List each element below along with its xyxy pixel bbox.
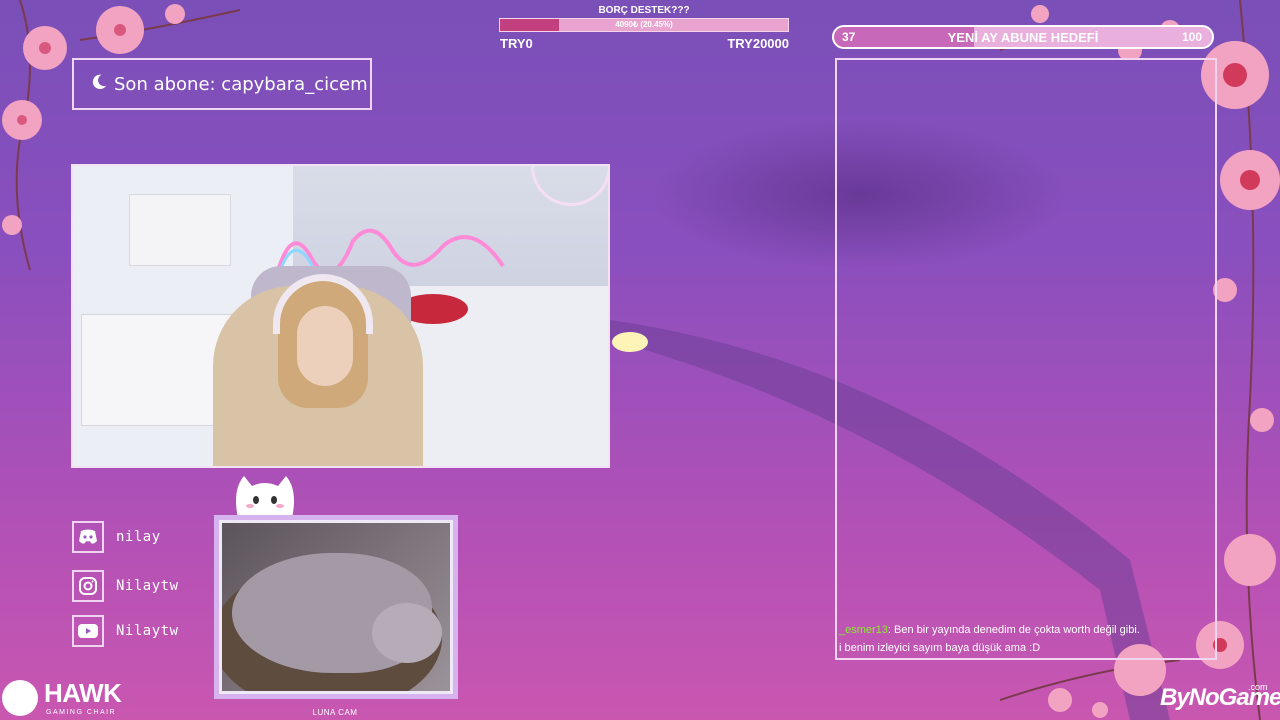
- donation-goal-amount: 4090₺ (20.45%): [615, 20, 673, 29]
- social-label: Nilaytw: [116, 578, 179, 594]
- social-label: Nilaytw: [116, 623, 179, 639]
- hawk-logo-tagline: GAMING CHAIR: [46, 709, 117, 716]
- bynogame-logo-suffix: .com: [1248, 682, 1268, 692]
- chat-username: _esmer13: [839, 624, 888, 636]
- moon-icon: [92, 74, 107, 90]
- chat-panel: _esmer13: Ben bir yayında denedim de çok…: [835, 58, 1217, 660]
- hawk-icon: [2, 680, 38, 716]
- webcam-feed: [71, 164, 610, 468]
- instagram-icon: [72, 570, 104, 602]
- cat-cam-frame: [214, 515, 458, 699]
- subscriber-goal-current: 37: [842, 30, 856, 44]
- webcam-shelf: [129, 194, 231, 266]
- discord-icon: [72, 521, 104, 553]
- subscriber-goal-target: 100: [1181, 30, 1202, 44]
- subscriber-goal-bar: YENİ AY ABUNE HEDEFİ 37 100: [832, 25, 1214, 49]
- donation-goal-max: TRY20000: [727, 36, 789, 51]
- cat-cam-label: LUNA CAM: [312, 708, 358, 717]
- chat-text: Ben bir yayında denedim de çokta worth d…: [894, 624, 1140, 636]
- webcam-ring-light: [531, 166, 608, 206]
- chat-message: i benim izleyici sayım baya düşük ama :D: [839, 642, 1040, 654]
- cat-cam-feed: [222, 523, 450, 691]
- donation-goal-bar: 4090₺ (20.45%): [499, 18, 789, 32]
- hawk-logo-text: HAWK: [44, 678, 122, 708]
- donation-goal-min: TRY0: [500, 36, 533, 51]
- youtube-icon: [72, 615, 104, 647]
- cat-head: [372, 603, 442, 663]
- donation-goal-title: BORÇ DESTEK???: [598, 5, 690, 16]
- last-subscriber-box: Son abone: capybara_cicem: [72, 58, 372, 110]
- chat-text: i benim izleyici sayım baya düşük ama :D: [839, 642, 1041, 654]
- chat-message: _esmer13: Ben bir yayında denedim de çok…: [839, 624, 1140, 636]
- subscriber-goal-title: YENİ AY ABUNE HEDEFİ: [947, 30, 1099, 45]
- hawk-logo: HAWK GAMING CHAIR: [0, 678, 122, 720]
- social-label: nilay: [116, 529, 161, 545]
- last-subscriber-text: Son abone: capybara_cicem: [114, 74, 368, 95]
